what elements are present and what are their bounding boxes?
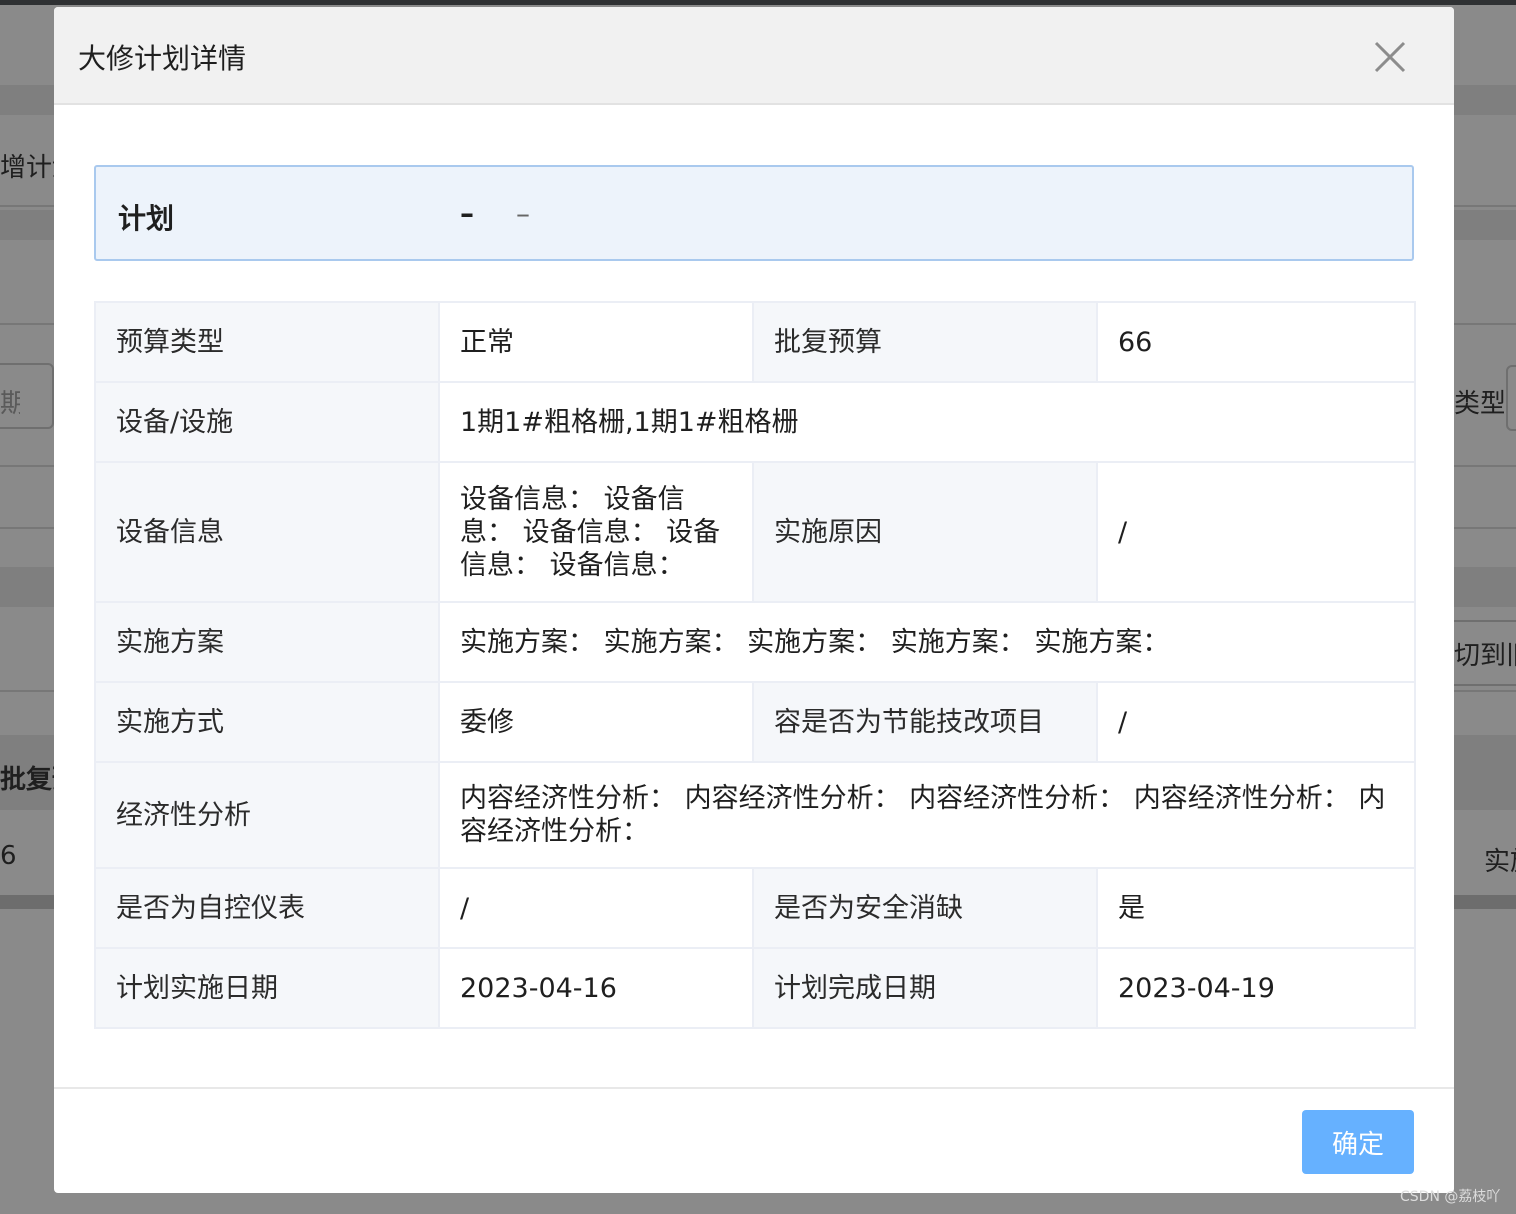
safety-value: 是	[1096, 867, 1416, 949]
budget-type-value: 正常	[438, 301, 754, 383]
equipment-info-value: 设备信息： 设备信息： 设备信息： 设备信息： 设备信息：	[438, 461, 754, 603]
plan-label: 计划	[118, 202, 175, 235]
plan-value-primary: –	[460, 197, 474, 230]
safety-label: 是否为安全消缺	[752, 867, 1098, 949]
reason-value: /	[1096, 461, 1416, 603]
economic-label: 经济性分析	[94, 761, 440, 869]
table-row: 实施方案 实施方案： 实施方案： 实施方案： 实施方案： 实施方案：	[94, 601, 1416, 683]
plan-detail-dialog: 大修计划详情 计划 – – 预算类型 正常 批复预算 66 设备/设施 1期1#…	[54, 7, 1454, 1193]
plan-banner: 计划 – –	[94, 165, 1414, 261]
close-icon[interactable]	[1370, 37, 1410, 77]
energy-project-value: /	[1096, 681, 1416, 763]
end-date-label: 计划完成日期	[752, 947, 1098, 1029]
reason-label: 实施原因	[752, 461, 1098, 603]
table-row: 是否为自控仪表 / 是否为安全消缺 是	[94, 867, 1416, 949]
bg-impl-fragment: 实施	[1484, 847, 1516, 877]
table-row: 实施方式 委修 容是否为节能技改项目 /	[94, 681, 1416, 763]
bg-select-box	[1506, 365, 1516, 431]
table-row: 预算类型 正常 批复预算 66	[94, 301, 1416, 383]
bg-input-fragment: 期	[0, 389, 20, 419]
autocontrol-label: 是否为自控仪表	[94, 867, 440, 949]
scheme-label: 实施方案	[94, 601, 440, 683]
bg-old-version-fragment: 切到旧版	[1454, 641, 1516, 671]
autocontrol-value: /	[438, 867, 754, 949]
economic-value: 内容经济性分析： 内容经济性分析： 内容经济性分析： 内容经济性分析： 内容经济…	[438, 761, 1416, 869]
bg-value-fragment: 6	[0, 841, 17, 871]
plan-value-secondary: –	[516, 197, 530, 230]
table-row: 经济性分析 内容经济性分析： 内容经济性分析： 内容经济性分析： 内容经济性分析…	[94, 761, 1416, 869]
table-row: 设备信息 设备信息： 设备信息： 设备信息： 设备信息： 设备信息： 实施原因 …	[94, 461, 1416, 603]
method-value: 委修	[438, 681, 754, 763]
method-label: 实施方式	[94, 681, 440, 763]
table-row: 设备/设施 1期1#粗格栅,1期1#粗格栅	[94, 381, 1416, 463]
scheme-value: 实施方案： 实施方案： 实施方案： 实施方案： 实施方案：	[438, 601, 1416, 683]
table-row: 计划实施日期 2023-04-16 计划完成日期 2023-04-19	[94, 947, 1416, 1029]
equipment-label: 设备/设施	[94, 381, 440, 463]
plan-details-table: 预算类型 正常 批复预算 66 设备/设施 1期1#粗格栅,1期1#粗格栅 设备…	[94, 301, 1416, 1029]
energy-project-label: 容是否为节能技改项目	[752, 681, 1098, 763]
dialog-header: 大修计划详情	[54, 7, 1454, 105]
footer-divider	[54, 1087, 1454, 1089]
bg-title-fragment: 增计划	[0, 153, 54, 183]
equipment-value: 1期1#粗格栅,1期1#粗格栅	[438, 381, 1416, 463]
equipment-info-label: 设备信息	[94, 461, 440, 603]
bg-budget-fragment: 批复预	[0, 765, 54, 795]
confirm-button[interactable]: 确定	[1302, 1110, 1414, 1174]
start-date-label: 计划实施日期	[94, 947, 440, 1029]
watermark: CSDN @荔枝吖	[1400, 1189, 1501, 1205]
approved-budget-value: 66	[1096, 301, 1416, 383]
budget-type-label: 预算类型	[94, 301, 440, 383]
bg-type-fragment: 类型：	[1454, 389, 1504, 419]
approved-budget-label: 批复预算	[752, 301, 1098, 383]
close-icon-glyph	[1374, 41, 1406, 73]
dialog-title: 大修计划详情	[78, 42, 247, 75]
start-date-value: 2023-04-16	[438, 947, 754, 1029]
end-date-value: 2023-04-19	[1096, 947, 1416, 1029]
